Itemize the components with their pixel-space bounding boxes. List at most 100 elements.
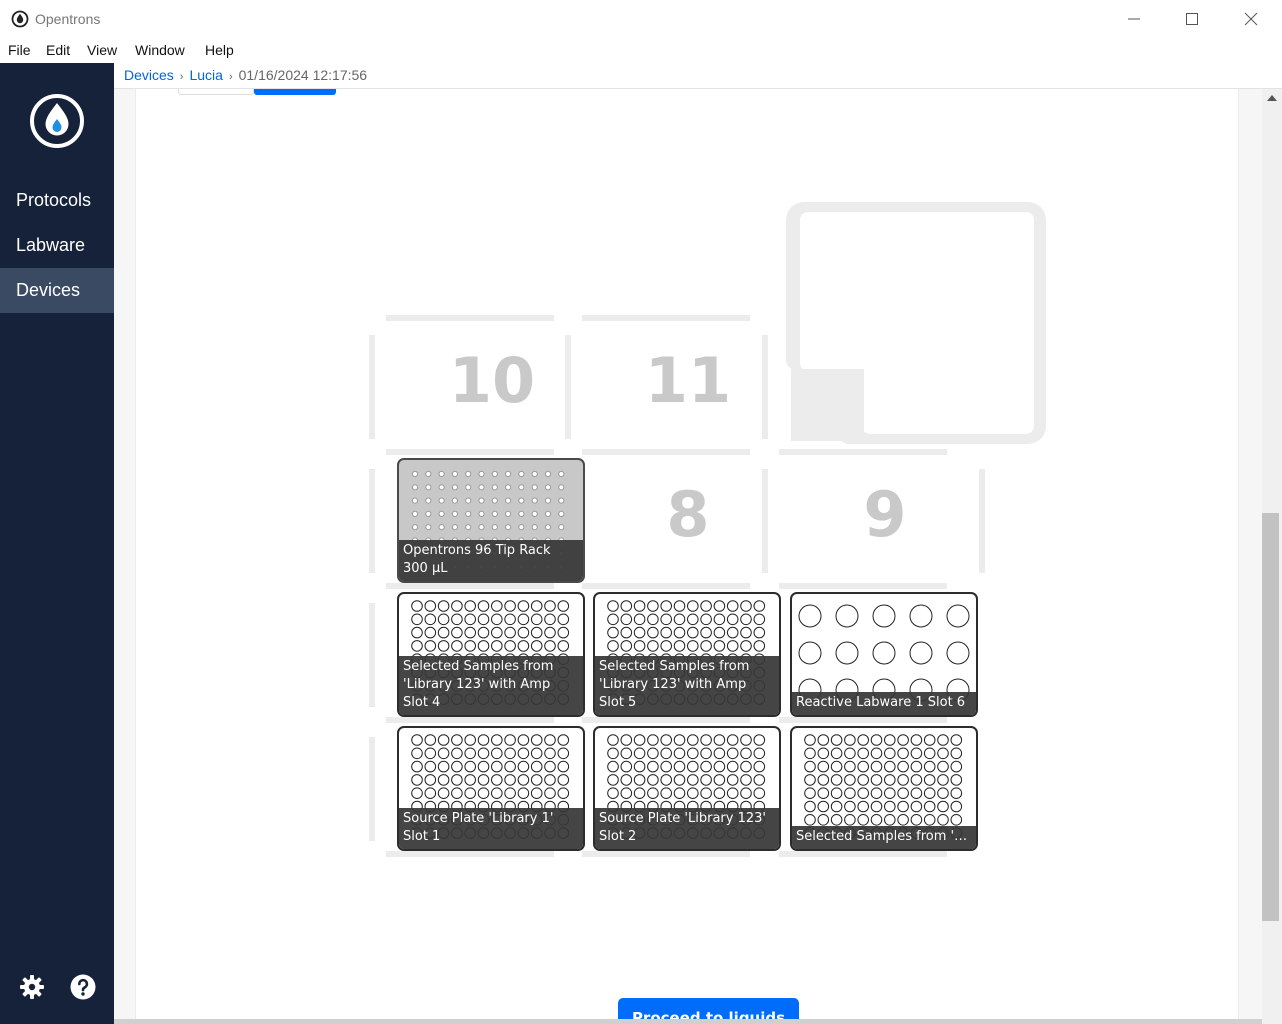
gear-icon[interactable]	[18, 973, 46, 1001]
maximize-button[interactable]	[1181, 8, 1203, 30]
well	[477, 747, 490, 760]
breadcrumb-robot[interactable]: Lucia	[189, 67, 222, 83]
menu-file[interactable]: File	[8, 42, 31, 58]
sidebar-item-protocols[interactable]: Protocols	[0, 178, 114, 223]
well	[844, 774, 856, 786]
well	[910, 760, 923, 773]
well	[660, 747, 672, 760]
well	[517, 774, 530, 786]
labware-slot-3[interactable]: Selected Samples from 'Library 1' with o…	[790, 726, 978, 851]
well	[425, 497, 432, 504]
well	[633, 626, 646, 639]
well	[438, 524, 445, 531]
horizontal-scrollbar[interactable]	[114, 1019, 1262, 1024]
labware-slot-2[interactable]: Source Plate 'Library 123' Slot 2	[593, 726, 781, 851]
well	[830, 787, 843, 799]
slot-outline	[779, 717, 947, 723]
well	[557, 600, 570, 612]
well	[451, 510, 459, 518]
well	[804, 800, 816, 813]
breadcrumb-devices[interactable]: Devices	[124, 67, 174, 83]
well	[660, 626, 672, 639]
sidebar-item-devices[interactable]: Devices	[0, 268, 114, 313]
well	[544, 747, 556, 760]
well	[558, 497, 565, 504]
well	[830, 734, 843, 746]
well	[504, 734, 516, 746]
well	[830, 814, 843, 826]
well	[740, 747, 752, 760]
well	[451, 470, 459, 478]
labware-slot-7[interactable]: Opentrons 96 Tip Rack 300 µL	[397, 458, 585, 583]
well	[518, 484, 525, 491]
sidebar-item-labware[interactable]: Labware	[0, 223, 114, 268]
scroll-up-arrow-icon[interactable]	[1267, 95, 1277, 101]
well	[870, 800, 883, 813]
well	[753, 613, 766, 626]
well	[817, 747, 830, 760]
slot-outline	[582, 583, 750, 589]
well	[804, 814, 816, 826]
well	[830, 747, 843, 760]
well	[726, 760, 739, 773]
well	[558, 510, 565, 518]
well	[411, 600, 423, 612]
well	[544, 774, 556, 786]
close-icon	[1244, 12, 1258, 26]
minimize-button[interactable]	[1123, 8, 1145, 30]
slot-outline	[386, 583, 554, 589]
well	[464, 774, 476, 786]
well	[753, 747, 766, 760]
well	[740, 600, 752, 612]
well	[633, 600, 646, 612]
well	[857, 734, 869, 746]
scrollbar[interactable]	[1262, 89, 1282, 1024]
minimize-icon	[1128, 18, 1140, 20]
chevron-right-icon: ›	[228, 71, 233, 83]
well	[660, 600, 672, 612]
well	[504, 747, 516, 760]
well	[504, 774, 516, 786]
well	[844, 747, 856, 760]
well	[517, 747, 530, 760]
well	[950, 814, 963, 826]
well	[544, 600, 556, 612]
well	[713, 787, 726, 799]
menu-window[interactable]: Window	[135, 42, 185, 58]
well	[505, 524, 512, 531]
labware-slot-6[interactable]: Reactive Labware 1 Slot 6	[790, 592, 978, 717]
protocol-setup-card: 10 11 8 9 Opentrons 96 Tip Rack 300 µL S…	[135, 89, 1239, 1024]
well	[544, 760, 556, 773]
well	[620, 626, 633, 639]
well	[505, 484, 512, 491]
menu-view[interactable]: View	[87, 42, 117, 58]
menu-help[interactable]: Help	[205, 42, 234, 58]
well	[451, 760, 463, 773]
slot-outline	[386, 717, 554, 723]
well	[531, 484, 538, 491]
well	[857, 814, 869, 826]
well	[817, 800, 830, 813]
labware-slot-5[interactable]: Selected Samples from 'Library 123' with…	[593, 592, 781, 717]
labware-slot-1[interactable]: Source Plate 'Library 1' Slot 1	[397, 726, 585, 851]
well	[673, 760, 686, 773]
well	[607, 787, 619, 799]
well	[504, 626, 516, 639]
well	[477, 600, 490, 612]
slot-number-11: 11	[644, 344, 732, 417]
labware-slot-4[interactable]: Selected Samples from 'Library 123' with…	[397, 592, 585, 717]
well	[726, 640, 739, 652]
well	[844, 760, 856, 773]
well	[633, 787, 646, 799]
well	[923, 734, 936, 746]
slot-outline	[582, 315, 750, 321]
close-button[interactable]	[1240, 8, 1262, 30]
well	[713, 774, 726, 786]
menu-edit[interactable]: Edit	[46, 42, 70, 58]
well	[531, 524, 538, 531]
well	[937, 774, 949, 786]
well	[937, 760, 949, 773]
scrollbar-thumb[interactable]	[1262, 513, 1279, 921]
help-icon[interactable]	[69, 973, 97, 1001]
well	[425, 510, 432, 518]
